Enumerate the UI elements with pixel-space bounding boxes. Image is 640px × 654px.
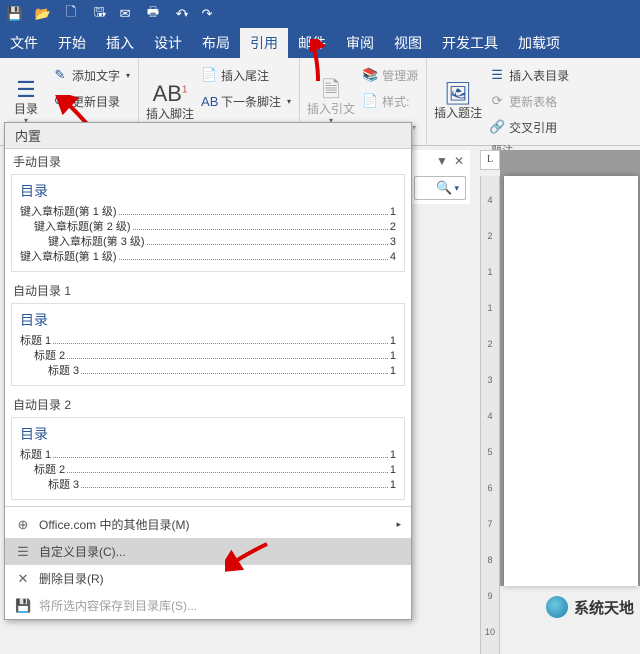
preview-auto-toc-1[interactable]: 目录标题 11标题 21标题 31: [11, 303, 405, 386]
dropdown-header: 内置: [5, 123, 411, 149]
menu-icon: ☰: [15, 544, 31, 560]
manage-sources-icon: 📚: [362, 67, 378, 83]
redo-icon[interactable]: ↷: [198, 5, 216, 23]
chevron-down-icon[interactable]: ▾: [102, 10, 106, 19]
next-footnote-button[interactable]: AB下一条脚注▾: [199, 90, 293, 112]
tab-设计[interactable]: 设计: [144, 28, 192, 58]
insert-table-of-figures-button[interactable]: ☰插入表目录: [487, 64, 571, 86]
toc-icon: ☰: [16, 78, 36, 102]
print-icon[interactable]: 🖶: [144, 5, 162, 23]
document-area: [500, 150, 640, 586]
search-icon: 🔍: [436, 180, 452, 196]
caption-icon: 🖼: [444, 82, 472, 106]
tab-邮件[interactable]: 邮件: [288, 28, 336, 58]
tab-引用[interactable]: 引用: [240, 28, 288, 58]
add-text-icon: ✎: [52, 67, 68, 83]
chevron-down-icon[interactable]: ▾: [454, 183, 459, 194]
menu-item-0[interactable]: ⊕Office.com 中的其他目录(M)▸: [5, 511, 411, 538]
close-icon[interactable]: ✕: [454, 154, 464, 168]
ruler-corner[interactable]: L: [480, 150, 500, 170]
chevron-down-icon[interactable]: ▾: [184, 10, 188, 19]
update-icon: ⟳: [52, 93, 68, 109]
add-text-button[interactable]: ✎添加文字▾: [50, 64, 132, 86]
watermark: 系统天地: [546, 596, 634, 618]
update-toc-button[interactable]: ⟳更新目录: [50, 90, 132, 112]
search-input[interactable]: 🔍 ▾: [414, 176, 466, 200]
citation-icon: 🗎: [322, 78, 340, 102]
open-icon[interactable]: 📂: [34, 5, 52, 23]
tab-加载项[interactable]: 加载项: [508, 28, 570, 58]
style-icon: 📄: [362, 93, 378, 109]
insert-endnote-button[interactable]: 📄插入尾注: [199, 64, 293, 86]
vertical-ruler[interactable]: 42112345678910: [480, 176, 500, 654]
navigation-pane: ▼ ✕ 🔍 ▾: [410, 150, 470, 204]
update-table-icon: ⟳: [489, 93, 505, 109]
cross-ref-icon: 🔗: [489, 119, 505, 135]
document-page[interactable]: [504, 176, 638, 586]
endnote-icon: 📄: [201, 67, 217, 83]
section-manual-toc[interactable]: 手动目录: [5, 149, 411, 174]
preview-auto-toc-2[interactable]: 目录标题 11标题 21标题 31: [11, 417, 405, 500]
tab-开发工具[interactable]: 开发工具: [432, 28, 508, 58]
section-auto-toc-2[interactable]: 自动目录 2: [5, 392, 411, 417]
update-table-button[interactable]: ⟳更新表格: [487, 90, 571, 112]
tab-插入[interactable]: 插入: [96, 28, 144, 58]
menu-icon: ✕: [15, 571, 31, 587]
menu-item-1[interactable]: ☰自定义目录(C)...: [5, 538, 411, 565]
globe-icon: [546, 596, 568, 618]
tab-视图[interactable]: 视图: [384, 28, 432, 58]
save-icon[interactable]: 💾: [6, 5, 24, 23]
divider: [5, 506, 411, 507]
cross-reference-button[interactable]: 🔗交叉引用: [487, 116, 571, 138]
insert-caption-button[interactable]: 🖼 插入题注: [433, 62, 483, 140]
tab-审阅[interactable]: 审阅: [336, 28, 384, 58]
tab-开始[interactable]: 开始: [48, 28, 96, 58]
menu-item-2[interactable]: ✕删除目录(R): [5, 565, 411, 592]
tab-文件[interactable]: 文件: [0, 28, 48, 58]
next-footnote-icon: AB: [201, 94, 217, 109]
manage-sources-button[interactable]: 📚管理源: [360, 64, 420, 86]
toc-dropdown-panel: 内置 手动目录 目录键入章标题(第 1 级)1键入章标题(第 2 级)2键入章标…: [4, 122, 412, 620]
footnote-icon: AB1: [153, 81, 188, 107]
preview-manual-toc[interactable]: 目录键入章标题(第 1 级)1键入章标题(第 2 级)2键入章标题(第 3 级)…: [11, 174, 405, 272]
ribbon-tabs: 文件开始插入设计布局引用邮件审阅视图开发工具加载项: [0, 28, 640, 58]
email-icon[interactable]: ✉: [116, 5, 134, 23]
menu-icon: 💾: [15, 598, 31, 614]
nav-dropdown-icon[interactable]: ▼: [436, 154, 448, 168]
menu-item-3: 💾将所选内容保存到目录库(S)...: [5, 592, 411, 619]
tof-icon: ☰: [489, 67, 505, 83]
quick-access-toolbar: 💾 📂 🗋 🖫▾ ✉ 🖶 ↶▾ ↷: [0, 0, 640, 28]
section-auto-toc-1[interactable]: 自动目录 1: [5, 278, 411, 303]
ribbon-group-captions: 🖼 插入题注 ☰插入表目录 ⟳更新表格 🔗交叉引用 题注: [427, 58, 577, 145]
tab-布局[interactable]: 布局: [192, 28, 240, 58]
new-icon[interactable]: 🗋: [62, 5, 80, 23]
menu-icon: ⊕: [15, 517, 31, 533]
style-button[interactable]: 📄样式:: [360, 90, 420, 112]
